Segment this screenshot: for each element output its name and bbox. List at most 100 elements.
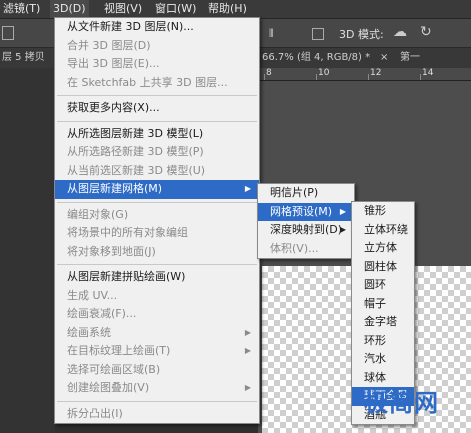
menu-separator: [57, 201, 257, 203]
submenu-arrow-icon: ▶: [244, 383, 251, 392]
preset-item-label: 帽子: [364, 296, 386, 310]
preset-item-label: 立方体: [364, 241, 397, 254]
menu-item-label: 在目标纹理上绘画(T): [67, 344, 171, 357]
ruler-tick: 12: [370, 68, 382, 78]
preset-item-label: 圆环: [364, 278, 386, 291]
menu-item-label: 编组对象(G): [67, 207, 129, 221]
orbit-icon[interactable]: ☁: [393, 24, 407, 40]
menu-item[interactable]: 从图层新建拼贴绘画(W): [55, 268, 259, 287]
menu-item-label: 从所选路径新建 3D 模型(P): [67, 145, 204, 158]
submenu-arrow-icon: ▶: [244, 184, 251, 193]
menu-item[interactable]: 合并 3D 图层(D): [55, 37, 259, 56]
doc-tab-right[interactable]: 第一: [400, 48, 420, 68]
menu-item-label: 绘画衰减(F)...: [67, 307, 137, 320]
preset-item-label: 环形: [364, 333, 386, 347]
menu-item[interactable]: 拆分凸出(I): [55, 405, 259, 424]
3d-menu: 从文件新建 3D 图层(N)... 合并 3D 图层(D) 导出 3D 图层(E).…: [54, 17, 260, 424]
menu-item[interactable]: 生成 UV...: [55, 287, 259, 306]
preset-item-label: 圆柱体: [364, 259, 397, 273]
menu-item[interactable]: 绘画系统 ▶: [55, 324, 259, 343]
horizontal-ruler: 8 10 12 14: [258, 68, 471, 81]
menu-item-label: 从当前选区新建 3D 模型(U): [67, 163, 206, 177]
submenu-item-label: 体积(V)...: [270, 241, 319, 255]
menu-item-label: 从图层新建拼贴绘画(W): [67, 270, 186, 283]
preset-item-label: 锥形: [364, 204, 386, 217]
align-icon[interactable]: ⫴: [269, 27, 274, 41]
submenu-item-label: 网格预设(M): [270, 204, 333, 218]
menu-item[interactable]: 编组对象(G): [55, 206, 259, 225]
menu-item-label: 合并 3D 图层(D): [67, 38, 151, 52]
watermark: 极简网: [364, 388, 439, 417]
submenu-arrow-icon: ▶: [244, 327, 251, 337]
menu-separator: [57, 400, 257, 402]
submenu-item[interactable]: 体积(V)...: [258, 240, 354, 259]
menu-item[interactable]: 从所选路径新建 3D 模型(P): [55, 143, 259, 162]
preset-item[interactable]: 环形: [352, 332, 414, 351]
menu-window[interactable]: 窗口(W): [152, 0, 199, 18]
menu-item[interactable]: 获取更多内容(X)...: [55, 99, 259, 118]
menu-help[interactable]: 帮助(H): [205, 0, 250, 18]
doc-tab-left[interactable]: 层 5 拷贝: [2, 48, 45, 68]
submenu-item[interactable]: 深度映射到(D) ▶: [258, 221, 354, 240]
menu-item[interactable]: 在 Sketchfab 上共享 3D 图层...: [55, 74, 259, 93]
new-mesh-submenu: 明信片(P) 网格预设(M) ▶ 深度映射到(D) ▶ 体积(V)...: [257, 183, 355, 259]
menu-item-label: 将场景中的所有对象编组: [67, 226, 188, 239]
preset-item[interactable]: 锥形: [352, 202, 414, 221]
submenu-item[interactable]: 网格预设(M) ▶: [258, 202, 354, 221]
menu-3d[interactable]: 3D(D): [50, 0, 89, 18]
menu-separator: [57, 95, 257, 96]
menu-item-label: 从图层新建网格(M): [67, 182, 163, 195]
preset-item-label: 球体: [364, 370, 386, 384]
menu-separator: [57, 120, 257, 122]
menu-item[interactable]: 将对象移到地面(J): [55, 243, 259, 262]
menu-item[interactable]: 创建绘图叠加(V) ▶: [55, 379, 259, 398]
preset-item[interactable]: 帽子: [352, 295, 414, 314]
preset-item[interactable]: 立方体: [352, 239, 414, 258]
ruler-tick: 10: [318, 68, 330, 78]
menu-view[interactable]: 视图(V): [101, 0, 145, 18]
menu-item-label: 从所选图层新建 3D 模型(L): [67, 126, 204, 140]
toolbar-panel: [0, 68, 55, 433]
menu-item-label: 导出 3D 图层(E)...: [67, 57, 160, 70]
menu-item-label: 拆分凸出(I): [67, 406, 123, 420]
menu-separator: [57, 264, 257, 265]
menu-item[interactable]: 在目标纹理上绘画(T) ▶: [55, 342, 259, 361]
submenu-arrow-icon: ▶: [339, 206, 346, 216]
preset-item[interactable]: 立体环绕: [352, 221, 414, 240]
menu-item-label: 创建绘图叠加(V): [67, 381, 150, 394]
menu-item-label: 绘画系统: [67, 325, 111, 339]
menu-item-label: 生成 UV...: [67, 288, 118, 302]
roll-icon[interactable]: ↻: [420, 24, 432, 40]
3d-mode-label: 3D 模式:: [339, 28, 384, 41]
menu-item-label: 选择可绘画区域(B): [67, 362, 161, 376]
preset-item[interactable]: 汽水: [352, 350, 414, 369]
menu-item[interactable]: 从所选图层新建 3D 模型(L): [55, 125, 259, 144]
menu-item[interactable]: 绘画衰减(F)...: [55, 305, 259, 324]
menu-filter[interactable]: 滤镜(T): [0, 0, 43, 18]
menu-item[interactable]: 从当前选区新建 3D 模型(U): [55, 162, 259, 181]
menu-item[interactable]: 导出 3D 图层(E)...: [55, 55, 259, 74]
menu-item[interactable]: 将场景中的所有对象编组: [55, 224, 259, 243]
menu-item[interactable]: 从文件新建 3D 图层(N)...: [55, 18, 259, 37]
submenu-arrow-icon: ▶: [339, 225, 346, 234]
menu-item-label: 将对象移到地面(J): [67, 244, 156, 258]
preset-item[interactable]: 圆柱体: [352, 258, 414, 277]
doc-tab-close-icon[interactable]: ×: [380, 48, 388, 68]
menu-item[interactable]: 选择可绘画区域(B): [55, 361, 259, 380]
menu-item-label: 从文件新建 3D 图层(N)...: [67, 20, 194, 33]
ruler-tick: 8: [266, 68, 272, 78]
preset-item[interactable]: 圆环: [352, 276, 414, 295]
tool-preset-icon[interactable]: [2, 26, 14, 40]
submenu-item[interactable]: 明信片(P): [258, 184, 354, 203]
preset-item[interactable]: 金字塔: [352, 313, 414, 332]
submenu-arrow-icon: ▶: [244, 346, 251, 355]
doc-tab-active-info[interactable]: 66.7% (组 4, RGB/8) *: [262, 48, 370, 68]
preset-item-label: 立体环绕: [364, 222, 408, 236]
preset-item-label: 金字塔: [364, 315, 397, 328]
preset-item-label: 汽水: [364, 352, 386, 365]
submenu-item-label: 深度映射到(D): [270, 223, 343, 236]
menu-item-label: 获取更多内容(X)...: [67, 101, 160, 114]
menu-item-label: 在 Sketchfab 上共享 3D 图层...: [67, 75, 228, 89]
3d-cube-icon: [312, 28, 324, 40]
menu-item[interactable]: 从图层新建网格(M) ▶: [55, 180, 259, 199]
